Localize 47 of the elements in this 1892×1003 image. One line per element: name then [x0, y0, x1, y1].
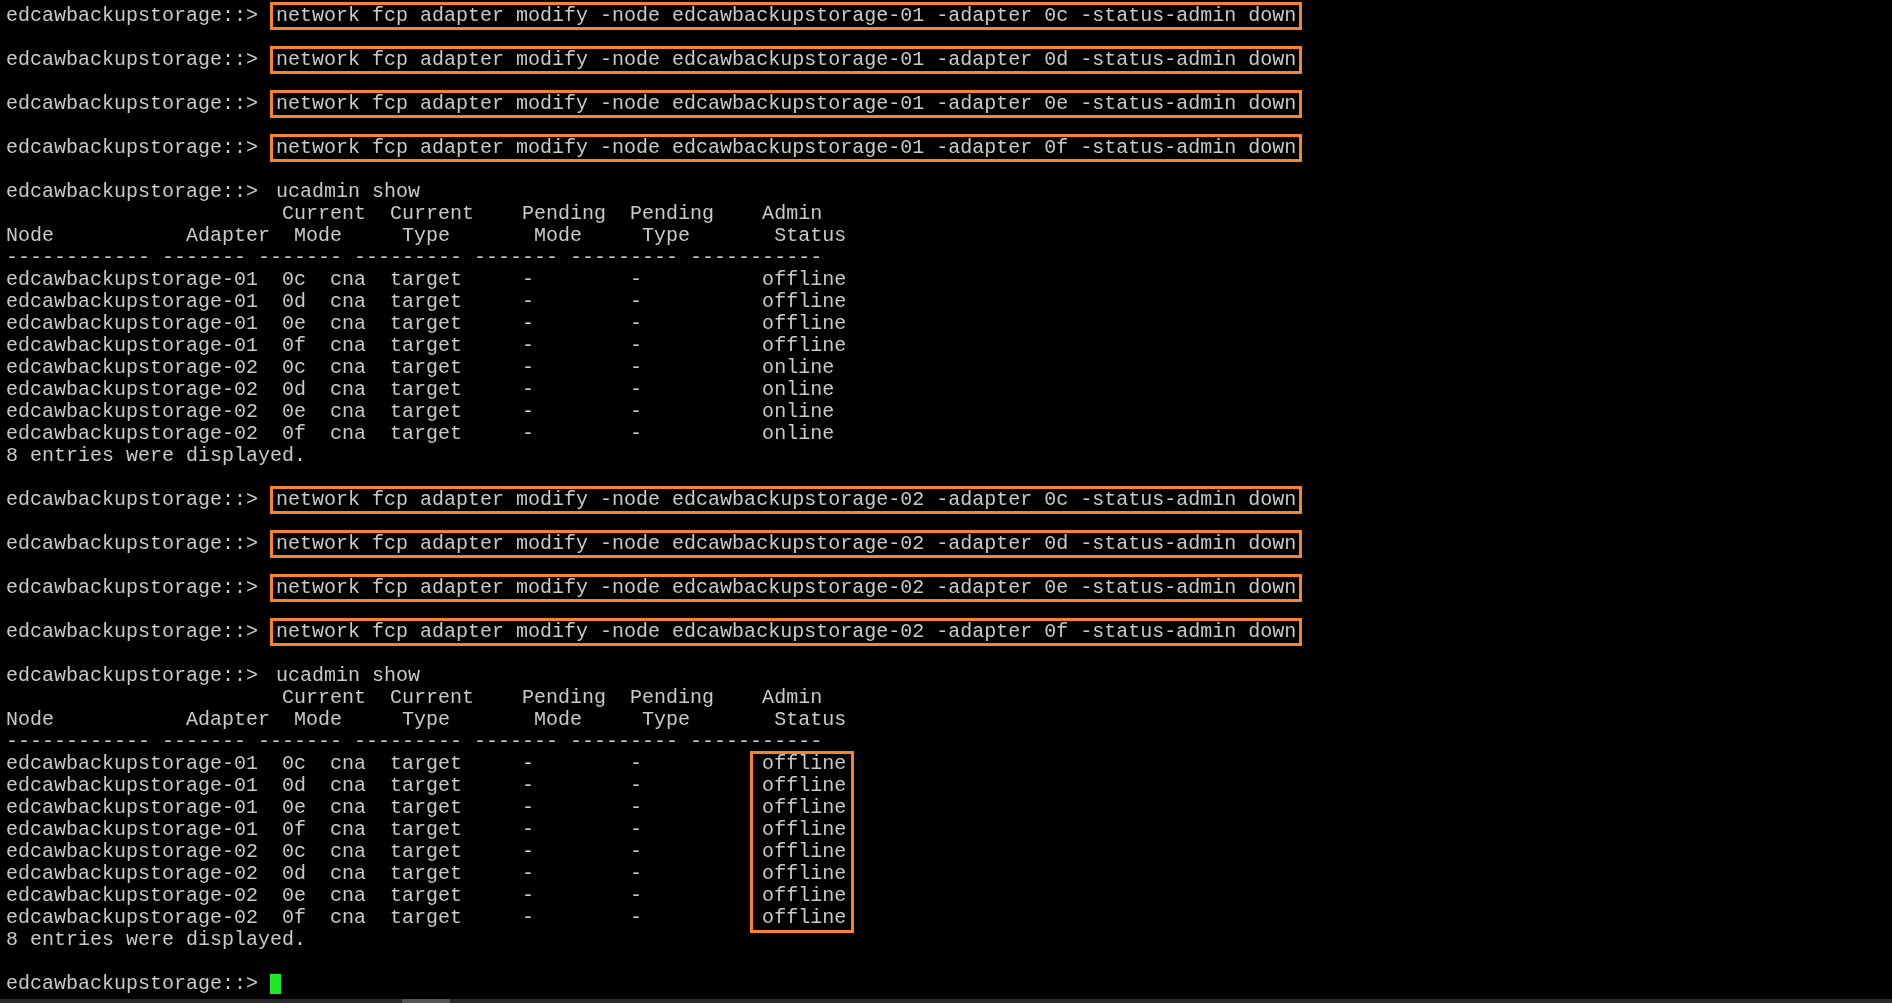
command-text: ucadmin show	[275, 663, 422, 689]
prompt: edcawbackupstorage::>	[6, 137, 259, 159]
output-line: edcawbackupstorage-02 0d cna target - - offline	[6, 863, 847, 885]
prompt: edcawbackupstorage::>	[6, 489, 259, 511]
output-header-line: Node Adapter Mode Type Mode Type Status	[6, 225, 847, 247]
command-text: network fcp adapter modify -node edcawbackupstorage-02 -adapter 0f -status-admin down	[270, 618, 1303, 646]
output-line: edcawbackupstorage-01 0f cna target - - offline	[6, 819, 847, 841]
prompt: edcawbackupstorage::>	[6, 49, 259, 71]
command-text: network fcp adapter modify -node edcawbackupstorage-01 -adapter 0c -status-admin down	[270, 2, 1303, 30]
output-header-line: ------------ ------- ------- --------- ------- --------- -----------	[6, 731, 823, 753]
output-line: edcawbackupstorage-01 0e cna target - - offline	[6, 313, 847, 335]
output-header-line: Current Current Pending Pending Admin	[281, 687, 823, 709]
output-line: edcawbackupstorage-02 0c cna target - - online	[6, 357, 835, 379]
output-line: edcawbackupstorage-01 0d cna target - - offline	[6, 291, 847, 313]
command-text: network fcp adapter modify -node edcawbackupstorage-01 -adapter 0f -status-admin down	[270, 134, 1303, 162]
command-text: network fcp adapter modify -node edcawbackupstorage-02 -adapter 0d -status-admin down	[270, 530, 1303, 558]
scrollbar-thumb[interactable]	[402, 999, 450, 1003]
output-line: edcawbackupstorage-02 0e cna target - - offline	[6, 885, 847, 907]
prompt: edcawbackupstorage::>	[6, 621, 259, 643]
output-line: edcawbackupstorage-02 0f cna target - - offline	[6, 907, 847, 929]
command-text: network fcp adapter modify -node edcawbackupstorage-01 -adapter 0d -status-admin down	[270, 46, 1303, 74]
output-line: edcawbackupstorage-01 0c cna target - - offline	[6, 753, 847, 775]
output-line: edcawbackupstorage-02 0e cna target - - online	[6, 401, 835, 423]
output-line: edcawbackupstorage-01 0d cna target - - offline	[6, 775, 847, 797]
prompt: edcawbackupstorage::>	[6, 181, 259, 203]
output-line: edcawbackupstorage-01 0f cna target - - offline	[6, 335, 847, 357]
command-text: ucadmin show	[275, 179, 422, 205]
prompt: edcawbackupstorage::>	[6, 973, 259, 995]
prompt: edcawbackupstorage::>	[6, 665, 259, 687]
output-header-line: Current Current Pending Pending Admin	[281, 203, 823, 225]
output-header-line: ------------ ------- ------- --------- ------- --------- -----------	[6, 247, 823, 269]
command-text: network fcp adapter modify -node edcawbackupstorage-02 -adapter 0c -status-admin down	[270, 486, 1303, 514]
output-text: 8 entries were displayed.	[6, 445, 307, 467]
output-header-line: Node Adapter Mode Type Mode Type Status	[6, 709, 847, 731]
prompt: edcawbackupstorage::>	[6, 577, 259, 599]
output-line: edcawbackupstorage-02 0f cna target - - online	[6, 423, 835, 445]
output-line: edcawbackupstorage-02 0c cna target - - offline	[6, 841, 847, 863]
command-text: network fcp adapter modify -node edcawbackupstorage-02 -adapter 0e -status-admin down	[270, 574, 1303, 602]
output-text: 8 entries were displayed.	[6, 929, 307, 951]
command-text: network fcp adapter modify -node edcawbackupstorage-01 -adapter 0e -status-admin down	[270, 90, 1303, 118]
output-line: edcawbackupstorage-02 0d cna target - - online	[6, 379, 835, 401]
output-line: edcawbackupstorage-01 0e cna target - - offline	[6, 797, 847, 819]
scrollbar[interactable]	[0, 999, 1892, 1003]
prompt: edcawbackupstorage::>	[6, 533, 259, 555]
prompt: edcawbackupstorage::>	[6, 5, 259, 27]
prompt: edcawbackupstorage::>	[6, 93, 259, 115]
output-line: edcawbackupstorage-01 0c cna target - - offline	[6, 269, 847, 291]
